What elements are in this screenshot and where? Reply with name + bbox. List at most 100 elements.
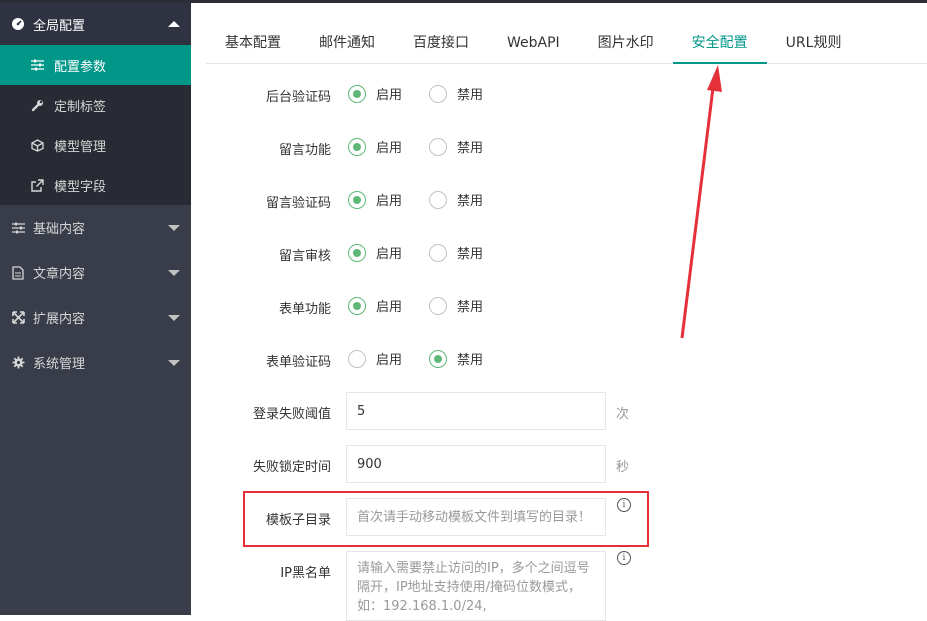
- radio-enable[interactable]: 启用: [348, 243, 402, 262]
- tab-webapi[interactable]: WebAPI: [488, 23, 579, 63]
- sidebar-item-label: 定制标签: [54, 99, 107, 115]
- form-row-login-fail-threshold: 登录失败阈值 次: [191, 392, 927, 430]
- sidebar-item-system-manage[interactable]: 系统管理: [0, 340, 191, 385]
- unit-label: 秒: [616, 460, 630, 475]
- tab-url-rules[interactable]: URL规则: [767, 23, 861, 63]
- sidebar-item-label: 文章内容: [33, 267, 86, 282]
- radio-label: 禁用: [457, 141, 484, 156]
- chevron-up-icon: [168, 21, 180, 27]
- login-fail-threshold-input[interactable]: [346, 392, 606, 430]
- radio-disable[interactable]: 禁用: [429, 190, 483, 209]
- dashboard-icon: [11, 17, 25, 31]
- field-label: 表单功能: [278, 302, 331, 317]
- radio-label: 启用: [376, 88, 403, 103]
- radio-circle: [429, 243, 447, 262]
- radio-circle: [348, 84, 366, 103]
- sidebar-group-label: 全局配置: [33, 18, 86, 34]
- sidebar-item-extended-content[interactable]: 扩展内容: [0, 295, 191, 340]
- main-content: 基本配置 邮件通知 百度接口 WebAPI 图片水印 安全配置 URL规则 后台…: [191, 3, 927, 621]
- sidebar-submenu: 配置参数 定制标签 模型管理 模型字段: [0, 45, 191, 205]
- radio-disable[interactable]: 禁用: [429, 243, 483, 262]
- sidebar-item-label: 基础内容: [33, 222, 86, 237]
- radio-disable[interactable]: 禁用: [429, 137, 483, 156]
- gear-icon: [11, 356, 25, 370]
- radio-enable[interactable]: 启用: [348, 190, 402, 209]
- chevron-down-icon: [168, 270, 180, 276]
- radio-enable[interactable]: 启用: [348, 137, 402, 156]
- form-row-form-captcha: 表单验证码 启用 禁用: [191, 348, 927, 370]
- radio-enable[interactable]: 启用: [348, 349, 402, 368]
- sidebar-item-model-manage[interactable]: 模型管理: [0, 125, 191, 165]
- sidebar-group-global-config[interactable]: 全局配置: [0, 3, 191, 45]
- radio-circle: [348, 349, 366, 368]
- sidebar-item-article-content[interactable]: 文章内容: [0, 250, 191, 295]
- lock-time-input[interactable]: [346, 445, 606, 483]
- radio-label: 启用: [376, 194, 403, 209]
- radio-circle: [429, 296, 447, 315]
- unit-label: 次: [616, 407, 630, 422]
- sidebar-item-label: 扩展内容: [33, 312, 86, 327]
- radio-disable[interactable]: 禁用: [429, 84, 483, 103]
- file-icon: [11, 265, 25, 280]
- template-subdir-input[interactable]: [346, 498, 606, 536]
- form-row-ip-blacklist: IP黑名单 i: [191, 551, 927, 621]
- tab-email-notify[interactable]: 邮件通知: [300, 23, 394, 63]
- form-row-lock-time: 失败锁定时间 秒: [191, 445, 927, 483]
- radio-label: 禁用: [457, 247, 484, 262]
- radio-label: 启用: [376, 300, 403, 315]
- form-row-message-review: 留言审核 启用 禁用: [191, 242, 927, 264]
- tab-basic-config[interactable]: 基本配置: [206, 23, 300, 63]
- radio-disable[interactable]: 禁用: [429, 349, 483, 368]
- sidebar-item-config-params[interactable]: 配置参数: [0, 45, 191, 85]
- form-row-template-subdir: 模板子目录 i: [191, 498, 927, 536]
- field-label: 失败锁定时间: [252, 460, 331, 475]
- info-icon[interactable]: i: [617, 551, 631, 565]
- field-label: 模板子目录: [265, 513, 331, 528]
- tab-security-config[interactable]: 安全配置: [672, 23, 767, 64]
- form-row-message-captcha: 留言验证码 启用 禁用: [191, 189, 927, 211]
- radio-label: 禁用: [457, 353, 484, 368]
- radio-circle: [429, 349, 447, 368]
- form-row-form-function: 表单功能 启用 禁用: [191, 295, 927, 317]
- radio-circle: [348, 190, 366, 209]
- sidebar-item-custom-tags[interactable]: 定制标签: [0, 85, 191, 125]
- sidebar-item-label: 配置参数: [54, 59, 107, 75]
- tab-image-watermark[interactable]: 图片水印: [579, 23, 673, 63]
- radio-circle: [429, 84, 447, 103]
- field-label: 留言验证码: [265, 196, 331, 211]
- form-row-message-function: 留言功能 启用 禁用: [191, 136, 927, 158]
- radio-circle: [348, 243, 366, 262]
- cube-icon: [30, 138, 44, 152]
- sidebar-item-label: 模型字段: [54, 179, 107, 195]
- wrench-icon: [30, 98, 44, 112]
- field-label: 表单验证码: [265, 355, 331, 370]
- ip-blacklist-textarea[interactable]: [346, 551, 606, 621]
- radio-label: 启用: [376, 353, 403, 368]
- field-label: 留言审核: [278, 249, 331, 264]
- sidebar-item-basic-content[interactable]: 基础内容: [0, 205, 191, 250]
- info-icon[interactable]: i: [617, 498, 631, 512]
- form-row-admin-captcha: 后台验证码 启用 禁用: [191, 83, 927, 105]
- config-tabs: 基本配置 邮件通知 百度接口 WebAPI 图片水印 安全配置 URL规则: [206, 23, 927, 64]
- expand-icon: [11, 311, 25, 325]
- external-link-icon: [30, 178, 44, 192]
- radio-enable[interactable]: 启用: [348, 296, 402, 315]
- radio-disable[interactable]: 禁用: [429, 296, 483, 315]
- radio-label: 启用: [376, 247, 403, 262]
- radio-circle: [348, 137, 366, 156]
- sidebar: 全局配置 配置参数 定制标签 模型管理 模型字段 基础内容 文章内容 扩展内容 …: [0, 3, 191, 615]
- field-label: IP黑名单: [280, 566, 331, 581]
- radio-circle: [429, 190, 447, 209]
- sidebar-item-model-fields[interactable]: 模型字段: [0, 165, 191, 205]
- sliders-icon: [11, 221, 25, 235]
- radio-enable[interactable]: 启用: [348, 84, 402, 103]
- chevron-down-icon: [168, 360, 180, 366]
- radio-circle: [348, 296, 366, 315]
- sidebar-item-label: 系统管理: [33, 357, 86, 372]
- field-label: 留言功能: [278, 143, 331, 158]
- radio-circle: [429, 137, 447, 156]
- radio-label: 禁用: [457, 300, 484, 315]
- tab-baidu-api[interactable]: 百度接口: [394, 23, 488, 63]
- field-label: 登录失败阈值: [252, 407, 331, 422]
- chevron-down-icon: [168, 315, 180, 321]
